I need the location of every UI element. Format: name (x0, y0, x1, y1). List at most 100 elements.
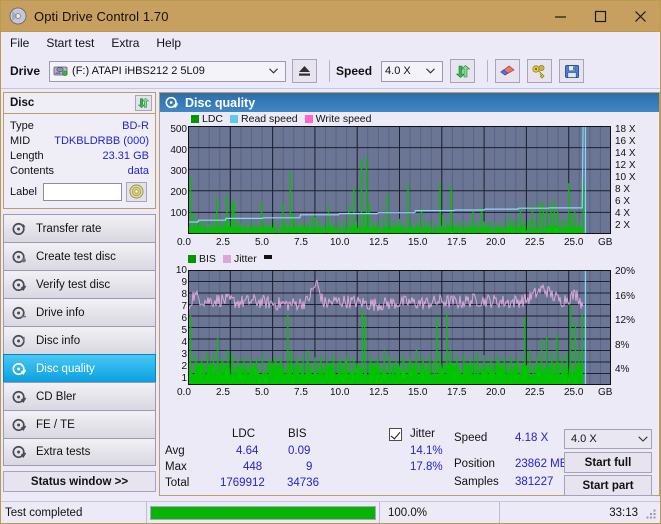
ldc-xtick-9: 22.5 (525, 237, 545, 248)
sidebar-item-create-test-disc[interactable]: Create test disc (3, 242, 156, 270)
drive-value: (F:) ATAPI iHBS212 2 5L09 (72, 65, 205, 77)
stats-total-ldc: 1769912 (220, 477, 265, 489)
drive-select[interactable]: (F:) ATAPI iHBS212 2 5L09 (49, 60, 287, 82)
ldc-ytick-400: 400 (170, 145, 187, 156)
title-bar: Opti Drive Control 1.70 (1, 1, 660, 32)
ldc-y2tick-14x: 14 X (615, 148, 636, 159)
bis-ytick-10: 10 (175, 265, 187, 276)
legend-item-read-speed: Read speed (230, 113, 298, 125)
legend-marker-black (263, 254, 272, 259)
drive-label: Drive (10, 64, 41, 78)
eject-button[interactable] (292, 59, 318, 83)
bis-xtick-9: 22.5 (525, 387, 545, 398)
legend-label-write-speed: Write speed (315, 113, 372, 125)
disc-label-input[interactable] (42, 182, 122, 201)
legend-item-ldc: LDC (191, 113, 223, 125)
ldc-y2tick-10x: 10 X (615, 172, 636, 183)
menu-file[interactable]: File (10, 34, 38, 52)
start-part-button[interactable]: Start part (564, 475, 652, 496)
menu-extra[interactable]: Extra (111, 34, 148, 52)
statistics-panel: LDC BIS Jitter Avg 4.64 0.09 14.1% Max 4… (160, 425, 659, 496)
stats-row-max-label: Max (165, 461, 187, 473)
legend-swatch-jitter (222, 255, 231, 263)
erase-button[interactable] (495, 59, 521, 83)
refresh-button[interactable] (450, 59, 476, 83)
main-panel-header: Disc quality (160, 93, 659, 112)
menu-start-test[interactable]: Start test (46, 34, 103, 52)
sidebar-item-transfer-rate[interactable]: Transfer rate (3, 214, 156, 242)
sidebar-item-verify-test-disc[interactable]: Verify test disc (3, 270, 156, 298)
progress-bar (150, 505, 376, 520)
menu-bar: File Start test Extra Help (1, 32, 660, 54)
disc-key-type: Type (10, 119, 34, 132)
test-speed-select[interactable]: 4.0 X (564, 429, 652, 449)
start-full-button[interactable]: Start full (564, 452, 652, 473)
bis-xtick-4: 10.0 (330, 387, 350, 398)
stats-total-bis: 34736 (287, 477, 319, 489)
resize-grip[interactable] (645, 508, 657, 520)
app-disc-icon (9, 7, 27, 25)
ldc-y2tick-18x: 18 X (615, 124, 636, 135)
sidebar-item-disc-info[interactable]: Disc info (3, 326, 156, 354)
sidebar-item-fe-te[interactable]: FE / TE (3, 410, 156, 438)
sidebar-item-disc-quality[interactable]: Disc quality (3, 354, 156, 382)
disc-label-button[interactable] (125, 181, 147, 202)
keys-button[interactable] (527, 59, 553, 83)
ldc-ytick-500: 500 (170, 124, 187, 135)
stats-position-label: Position (454, 458, 495, 470)
disc-label-row: Label (10, 180, 149, 203)
save-button[interactable] (559, 59, 585, 83)
bis-y2tick-4pct: 4% (615, 364, 630, 375)
ldc-xtick-8: 20.0 (486, 237, 506, 248)
stats-row-total-label: Total (165, 477, 190, 489)
sidebar-item-extra-tests[interactable]: Extra tests (3, 438, 156, 466)
ldc-plot-area[interactable] (188, 126, 611, 234)
ldc-ytick-200: 200 (170, 187, 187, 198)
ldc-xtick-7: 17.5 (447, 237, 467, 248)
menu-help[interactable]: Help (156, 34, 190, 52)
ldc-xtick-3: 7.5 (294, 237, 308, 248)
toolbar: Drive (F:) ATAPI iHBS212 2 5L09 Speed 4.… (1, 54, 660, 89)
close-button[interactable] (620, 1, 660, 32)
sidebar-label: Drive info (36, 306, 85, 319)
legend-item-jitter: Jitter (222, 253, 257, 265)
bis-xtick-3: 7.5 (294, 387, 308, 398)
sidebar-item-drive-info[interactable]: Drive info (3, 298, 156, 326)
sidebar-label: Disc quality (36, 362, 95, 375)
bis-y2tick-8pct: 8% (615, 340, 630, 351)
chevron-down-icon (420, 66, 440, 76)
ldc-xtick-10: 25.0 (564, 237, 584, 248)
legend-label-ldc: LDC (202, 113, 224, 125)
disc-icon (12, 418, 29, 432)
disc-refresh-button[interactable] (135, 95, 152, 111)
maximize-button[interactable] (580, 1, 620, 32)
status-bar: Test completed 100.0% 33:13 (1, 501, 660, 523)
application-window: Opti Drive Control 1.70 File Start test … (0, 0, 661, 524)
status-window-button[interactable]: Status window >> (3, 471, 156, 492)
speed-select[interactable]: 4.0 X (381, 60, 444, 82)
legend-item-bis: BIS (188, 253, 216, 265)
sidebar-label: Extra tests (36, 446, 91, 458)
bis-ytick-9: 9 (181, 277, 187, 288)
disc-row-mid: MID TDKBLDRBB (000) (10, 133, 149, 148)
window-title: Opti Drive Control 1.70 (34, 8, 169, 24)
ldc-y2tick-2x: 2 X (615, 220, 631, 231)
sidebar-item-cd-bler[interactable]: CD Bler (3, 382, 156, 410)
test-speed-value: 4.0 X (571, 433, 597, 445)
bis-xtick-6: 15.0 (408, 387, 428, 398)
ldc-xtick-5: 12.5 (369, 237, 389, 248)
progress-cell (146, 501, 379, 523)
jitter-checkbox[interactable] (389, 428, 402, 441)
ldc-chart-legend: LDC Read speed Write speed (191, 113, 379, 125)
stats-max-bis: 9 (306, 461, 313, 473)
minimize-button[interactable] (540, 1, 580, 32)
bis-ytick-2: 2 (181, 361, 187, 372)
ldc-y2tick-4x: 4 X (615, 208, 631, 219)
ldc-xtick-4: 10.0 (330, 237, 350, 248)
stats-header-ldc: LDC (232, 428, 256, 440)
bis-ytick-6: 6 (181, 313, 187, 324)
ldc-x-unit: GB (598, 237, 613, 248)
disc-icon (12, 390, 29, 404)
legend-label-jitter: Jitter (233, 253, 257, 265)
bis-plot-area[interactable] (188, 270, 611, 385)
